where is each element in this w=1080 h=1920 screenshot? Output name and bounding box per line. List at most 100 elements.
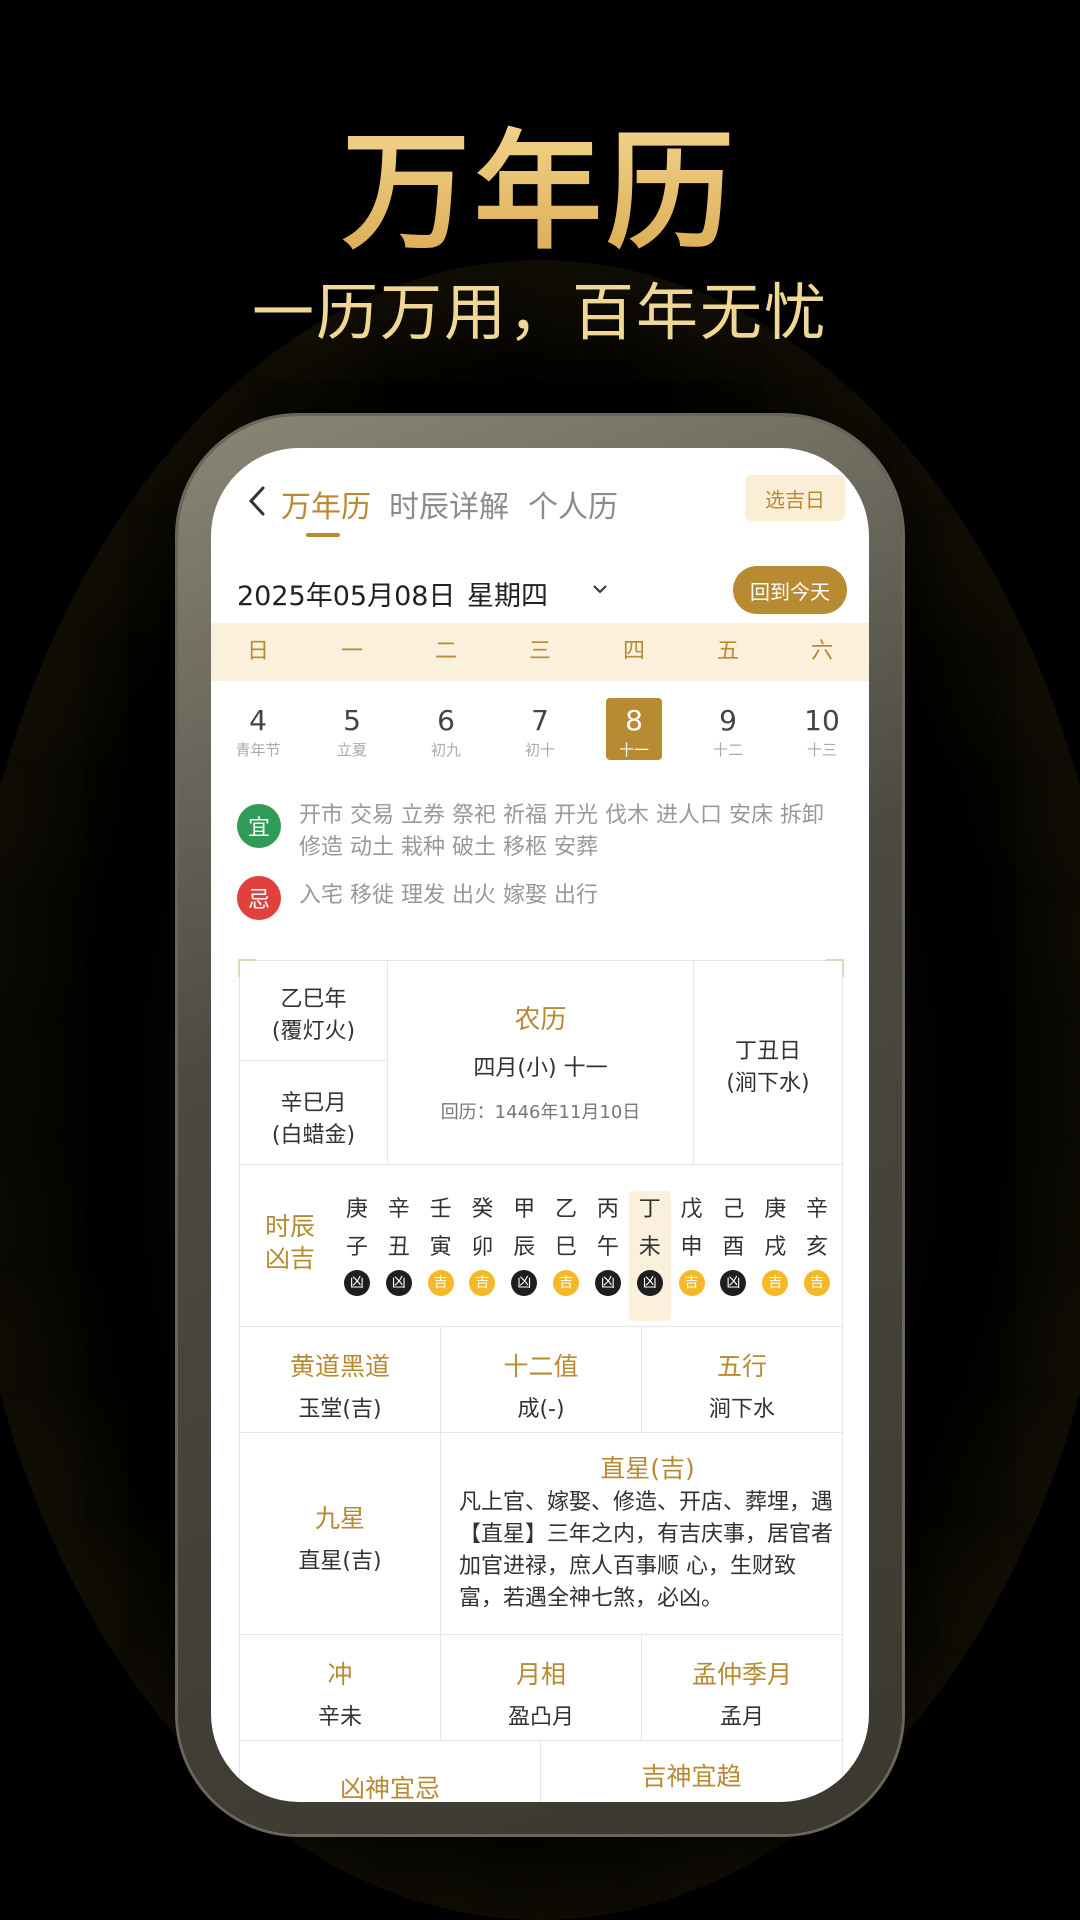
day-nayin: (涧下水) (726, 1071, 810, 1096)
twelve-value-cell: 十二值 成(-) (441, 1327, 642, 1433)
hour-column[interactable]: 辛亥吉 (796, 1191, 838, 1321)
yi-text: 开市 交易 立券 祭祀 祈福 开光 伐木 进人口 安床 拆卸 修造 动土 栽种 … (299, 803, 824, 860)
season-month-cell: 孟仲季月 孟月 (642, 1635, 842, 1741)
cell-title: 黄道黑道 (289, 1352, 390, 1381)
day-number: 7 (531, 704, 549, 737)
year-nayin: (覆灯火) (271, 1019, 356, 1044)
hour-branch: 未 (638, 1235, 661, 1260)
hour-stem: 癸 (471, 1197, 494, 1222)
hour-stem: 辛 (806, 1197, 829, 1222)
back-to-today-button[interactable]: 回到今天 (733, 566, 847, 614)
hour-luck-badge: 凶 (720, 1270, 747, 1296)
lucky-gods-cell: 吉神宜趋 (541, 1741, 842, 1802)
month-ganzhi: 辛巳月 (280, 1091, 347, 1116)
current-weekday[interactable]: 星期四 (467, 574, 548, 613)
day-lunar: 初十 (524, 741, 555, 759)
hour-column[interactable]: 己酉凶 (712, 1191, 754, 1321)
day-number: 5 (343, 704, 361, 737)
lunar-date: 四月(小) 十一 (473, 1056, 608, 1081)
cell-value: 涧下水 (708, 1397, 775, 1422)
ji-text: 入宅 移徙 理发 出火 嫁娶 出行 (299, 883, 598, 908)
five-elements-cell: 五行 涧下水 (642, 1327, 842, 1433)
date-bar: 2025年05月08日 星期四 回到今天 (237, 562, 847, 622)
day-lunar: 初九 (430, 741, 461, 759)
cell-value: 成(-) (517, 1397, 565, 1422)
cell-title: 直星(吉) (600, 1454, 695, 1483)
cell-title: 五行 (716, 1352, 767, 1381)
lunar-title: 农历 (514, 1005, 567, 1035)
hour-stem: 辛 (387, 1197, 410, 1222)
day-cell[interactable]: 5 立夏 (305, 698, 399, 788)
day-number: 8 (625, 704, 643, 737)
weekday-label: 四 (622, 639, 645, 664)
hour-column[interactable]: 庚子凶 (336, 1191, 378, 1321)
hour-luck-badge: 凶 (343, 1270, 370, 1296)
avoid-activities: 忌 入宅 移徙 理发 出火 嫁娶 出行 (237, 876, 847, 920)
hour-column[interactable]: 乙巳吉 (545, 1191, 587, 1321)
back-arrow-icon[interactable] (245, 484, 269, 518)
cell-title: 九星 (314, 1504, 365, 1533)
hour-stem: 丁 (638, 1197, 661, 1222)
weekday-label: 一 (340, 639, 363, 664)
day-cell[interactable]: 7 初十 (493, 698, 587, 788)
day-cell[interactable]: 4 青年节 (211, 698, 305, 788)
month-ganzhi-cell: 辛巳月 (白蜡金) (240, 1061, 388, 1165)
tab-calendar[interactable]: 万年历 (281, 482, 371, 526)
hour-stem: 甲 (513, 1197, 536, 1222)
promo-title: 万年历 (0, 88, 1080, 273)
hour-column[interactable]: 壬寅吉 (420, 1191, 462, 1321)
hour-branch: 申 (680, 1235, 703, 1260)
hour-column[interactable]: 辛丑凶 (378, 1191, 420, 1321)
month-nayin: (白蜡金) (271, 1123, 356, 1148)
promo-subtitle: 一历万用，百年无忧 (251, 276, 828, 349)
weekday-label: 六 (810, 639, 833, 664)
day-number: 10 (804, 704, 840, 737)
hour-luck-badge: 凶 (636, 1270, 663, 1296)
pick-lucky-day-button[interactable]: 选吉日 (745, 475, 845, 521)
hour-luck-badge: 凶 (511, 1270, 538, 1296)
weekday-label: 五 (716, 639, 739, 664)
weekday-label: 日 (246, 639, 269, 664)
top-nav: 万年历 时辰详解 个人历 选吉日 (211, 448, 869, 548)
cell-title: 凶神宜忌 (339, 1774, 440, 1802)
day-number: 4 (249, 704, 267, 737)
day-lunar: 十三 (806, 741, 837, 759)
day-cell[interactable]: 10 十三 (775, 698, 869, 788)
day-cell-selected[interactable]: 8 十一 (587, 698, 681, 788)
hour-column[interactable]: 甲辰凶 (503, 1191, 545, 1321)
hour-stem: 己 (722, 1197, 745, 1222)
tab-hour-detail[interactable]: 时辰详解 (389, 482, 509, 526)
hour-column-current[interactable]: 丁未凶 (628, 1191, 671, 1321)
hour-luck-badge: 吉 (427, 1270, 454, 1296)
hour-branch: 卯 (471, 1235, 494, 1260)
week-header: 日 一 二 三 四 五 六 (211, 623, 869, 681)
hour-column[interactable]: 癸卯吉 (461, 1191, 503, 1321)
year-ganzhi: 乙巳年 (280, 987, 347, 1012)
tab-personal[interactable]: 个人历 (528, 482, 618, 526)
day-lunar: 立夏 (336, 741, 367, 759)
day-cell[interactable]: 6 初九 (399, 698, 493, 788)
hour-luck-badge: 凶 (385, 1270, 412, 1296)
cell-title: 孟仲季月 (691, 1660, 792, 1689)
yi-badge: 宜 (237, 804, 281, 848)
hour-column[interactable]: 戊申吉 (671, 1191, 713, 1321)
hour-stem: 庚 (764, 1197, 787, 1222)
day-lunar: 十二 (712, 741, 743, 759)
cell-value: 玉堂(吉) (298, 1397, 382, 1422)
day-ganzhi-cell: 丁丑日 (涧下水) (694, 961, 842, 1165)
cell-title: 冲 (327, 1660, 353, 1689)
hour-column[interactable]: 庚戌吉 (754, 1191, 796, 1321)
hour-stem: 壬 (429, 1197, 452, 1222)
hour-column[interactable]: 丙午凶 (587, 1191, 629, 1321)
chevron-down-icon[interactable] (591, 580, 609, 598)
hour-branch: 丑 (387, 1235, 410, 1260)
hour-columns: 庚子凶辛丑凶壬寅吉癸卯吉甲辰凶乙巳吉丙午凶丁未凶戊申吉己酉凶庚戌吉辛亥吉 (336, 1191, 838, 1321)
hijri-date: 回历：1446年11月10日 (440, 1102, 641, 1123)
hour-branch: 亥 (806, 1235, 829, 1260)
cell-value: 盈凸月 (507, 1705, 574, 1730)
hour-luck-badge: 吉 (762, 1270, 789, 1296)
day-number: 9 (719, 704, 737, 737)
current-date[interactable]: 2025年05月08日 (237, 574, 455, 613)
day-cell[interactable]: 9 十二 (681, 698, 775, 788)
week-days: 4 青年节 5 立夏 6 初九 7 初十 8 十一 9 十二 10 十三 (211, 698, 869, 788)
